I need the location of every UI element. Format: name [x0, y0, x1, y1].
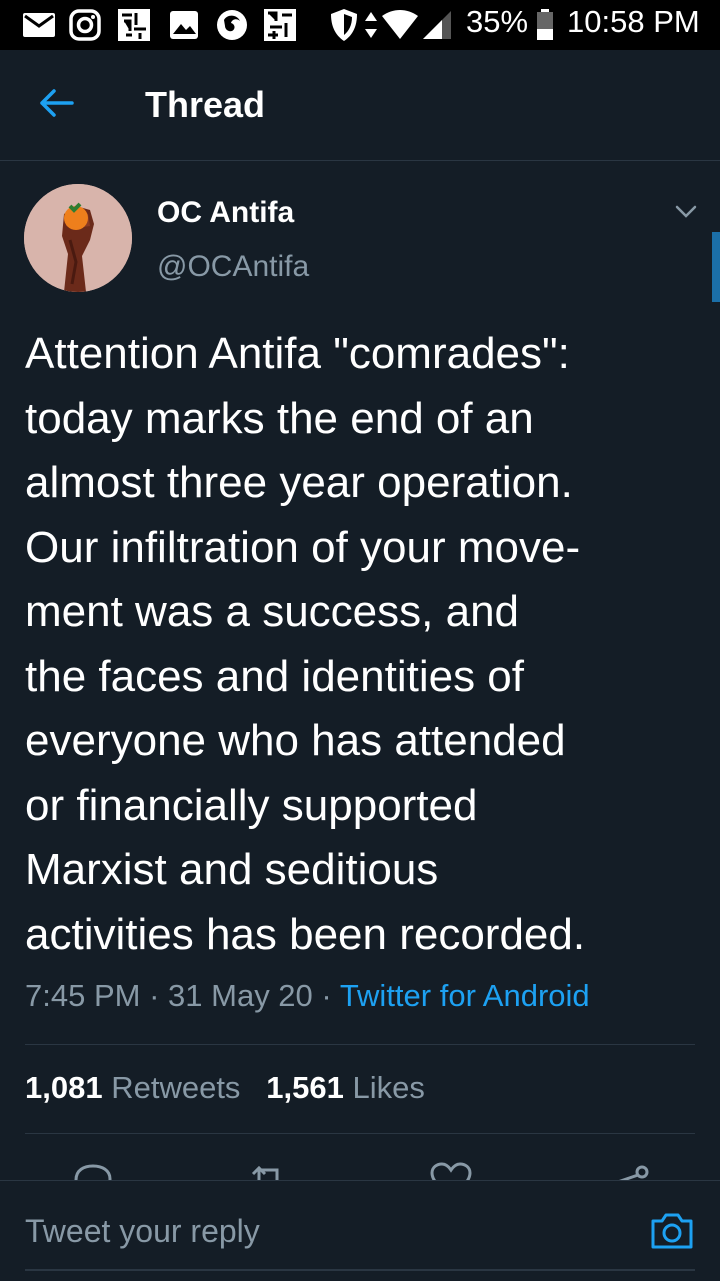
share-icon: [613, 1165, 649, 1182]
scroll-indicator: [712, 232, 720, 302]
reply-input[interactable]: Tweet your reply: [25, 1213, 260, 1250]
back-arrow-icon: [38, 88, 74, 123]
likes-count: 1,561: [266, 1070, 344, 1105]
tweet-text-line: everyone who has attended: [25, 716, 566, 765]
app-header: Thread: [0, 50, 720, 161]
tweet-text-line: Our infiltration of your move-: [25, 522, 581, 572]
like-button[interactable]: [428, 1160, 474, 1182]
signal-icon: [420, 0, 454, 50]
back-button[interactable]: [28, 80, 84, 130]
page-title: Thread: [145, 84, 266, 125]
retweets-label: Retweets: [111, 1070, 241, 1105]
tweet-text-line: today marks the end of an: [25, 393, 534, 443]
battery-percent: 35%: [466, 4, 529, 39]
tweet-stats: 1,081 Retweets 1,561 Likes: [25, 1070, 425, 1106]
retweet-icon: [251, 1165, 279, 1182]
tweet-text-line: activities has been recorded.: [25, 909, 586, 959]
avatar[interactable]: [24, 184, 132, 292]
chevron-down-icon: [675, 205, 697, 224]
tweet-text-line: Attention Antifa "comrades":: [25, 329, 570, 378]
like-icon: [430, 1162, 472, 1182]
battery-icon: [534, 0, 556, 50]
meta-separator: ·: [149, 978, 160, 1013]
likes-label: Likes: [352, 1070, 425, 1105]
tweet-time: 7:45 PM: [25, 978, 141, 1013]
reply-bar: Tweet your reply: [0, 1180, 720, 1281]
divider: [25, 1044, 695, 1045]
author-handle[interactable]: @OCAntifa: [157, 250, 309, 284]
divider: [25, 1133, 695, 1134]
shield-icon: [326, 0, 362, 50]
instagram-icon: [66, 0, 104, 50]
reply-icon: [74, 1164, 112, 1182]
camera-button[interactable]: [648, 1209, 696, 1257]
tweet-date: 31 May 20: [168, 978, 313, 1013]
tweet-text-line: Marxist and seditious: [25, 845, 439, 894]
status-bar: 35% 10:58 PM: [0, 0, 720, 50]
meta-separator: ·: [321, 978, 332, 1013]
mail-icon: [20, 0, 58, 50]
retweets-stat[interactable]: 1,081 Retweets: [25, 1070, 240, 1105]
retweets-count: 1,081: [25, 1070, 103, 1105]
data-arrows-icon: [362, 0, 380, 50]
tweet-text-line: ment was a success, and: [25, 587, 520, 636]
firefox-icon: [212, 0, 252, 50]
tweet-menu-button[interactable]: [670, 198, 702, 230]
tweet-text-line: the faces and identities of: [25, 651, 524, 701]
clock: 10:58 PM: [567, 4, 700, 39]
likes-stat[interactable]: 1,561 Likes: [266, 1070, 425, 1105]
camera-icon: [650, 1212, 694, 1255]
reply-button[interactable]: [70, 1160, 116, 1182]
author-name[interactable]: OC Antifa: [157, 196, 294, 230]
raised-fist-orange-icon: [24, 184, 132, 292]
app-icon: [260, 0, 300, 50]
tweet-meta: 7:45 PM · 31 May 20 · Twitter for Androi…: [25, 978, 590, 1014]
tweet-text: Attention Antifa "comrades": today marks…: [25, 322, 705, 967]
gallery-icon: [166, 0, 202, 50]
app-icon: [114, 0, 154, 50]
tweet-source-link[interactable]: Twitter for Android: [340, 978, 590, 1013]
retweet-button[interactable]: [245, 1160, 291, 1182]
share-button[interactable]: [608, 1160, 654, 1182]
reply-underline: [25, 1269, 695, 1271]
tweet-text-line: almost three year operation.: [25, 458, 573, 507]
tweet-text-line: or financially supported: [25, 780, 478, 830]
wifi-icon: [380, 0, 420, 50]
